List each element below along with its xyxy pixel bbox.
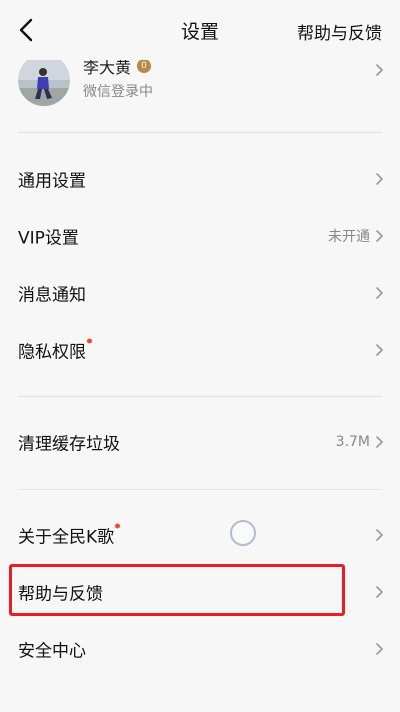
chevron-right-icon (376, 586, 383, 598)
settings-item-general[interactable]: 通用设置 (0, 153, 400, 205)
settings-item-vip[interactable]: VIP设置 未开通 (0, 210, 400, 262)
user-avatar[interactable] (18, 54, 70, 106)
chevron-right-icon (376, 64, 383, 76)
back-arrow-icon[interactable] (14, 16, 40, 44)
red-dot-badge (87, 338, 92, 344)
settings-item-privacy[interactable]: 隐私权限 (0, 324, 400, 376)
settings-item-notifications[interactable]: 消息通知 (0, 267, 400, 319)
chevron-right-icon (376, 287, 383, 299)
item-label: VIP设置 (18, 228, 79, 249)
red-dot-badge (115, 523, 121, 529)
section-divider (18, 489, 382, 490)
settings-item-security-center[interactable]: 安全中心 (0, 623, 400, 675)
item-label: 隐私权限 (18, 338, 92, 363)
section-divider (18, 396, 382, 397)
highlight-annotation-box (9, 564, 345, 616)
item-label: 通用设置 (18, 171, 86, 192)
cache-size-value: 3.7M (335, 434, 370, 450)
item-label: 关于全民K歌 (18, 523, 121, 548)
chevron-right-icon (376, 344, 383, 356)
chevron-right-icon (376, 529, 383, 541)
chevron-right-icon (376, 230, 383, 242)
vip-status-value: 未开通 (328, 229, 370, 245)
item-label: 清理缓存垃圾 (18, 434, 120, 455)
section-divider (18, 132, 382, 133)
top-nav-bar: 设置 帮助与反馈 (0, 0, 400, 60)
loading-ring-icon (230, 520, 256, 546)
chevron-right-icon (376, 643, 383, 655)
item-label: 消息通知 (18, 285, 86, 306)
help-feedback-link[interactable]: 帮助与反馈 (297, 19, 382, 44)
item-label: 安全中心 (18, 641, 86, 662)
settings-item-about[interactable]: 关于全民K歌 (0, 509, 400, 561)
chevron-right-icon (376, 173, 383, 185)
level-badge-icon: 0 (137, 59, 152, 73)
login-status: 微信登录中 (83, 84, 153, 100)
settings-item-clear-cache[interactable]: 清理缓存垃圾 3.7M (0, 416, 400, 468)
chevron-right-icon (376, 436, 383, 448)
